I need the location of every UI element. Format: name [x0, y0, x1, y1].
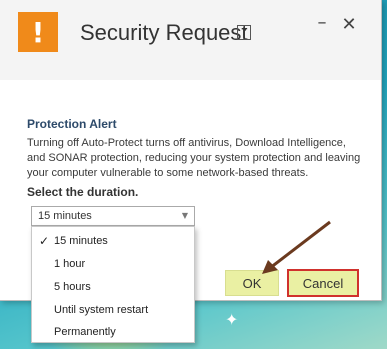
annotation-arrow [262, 220, 331, 274]
